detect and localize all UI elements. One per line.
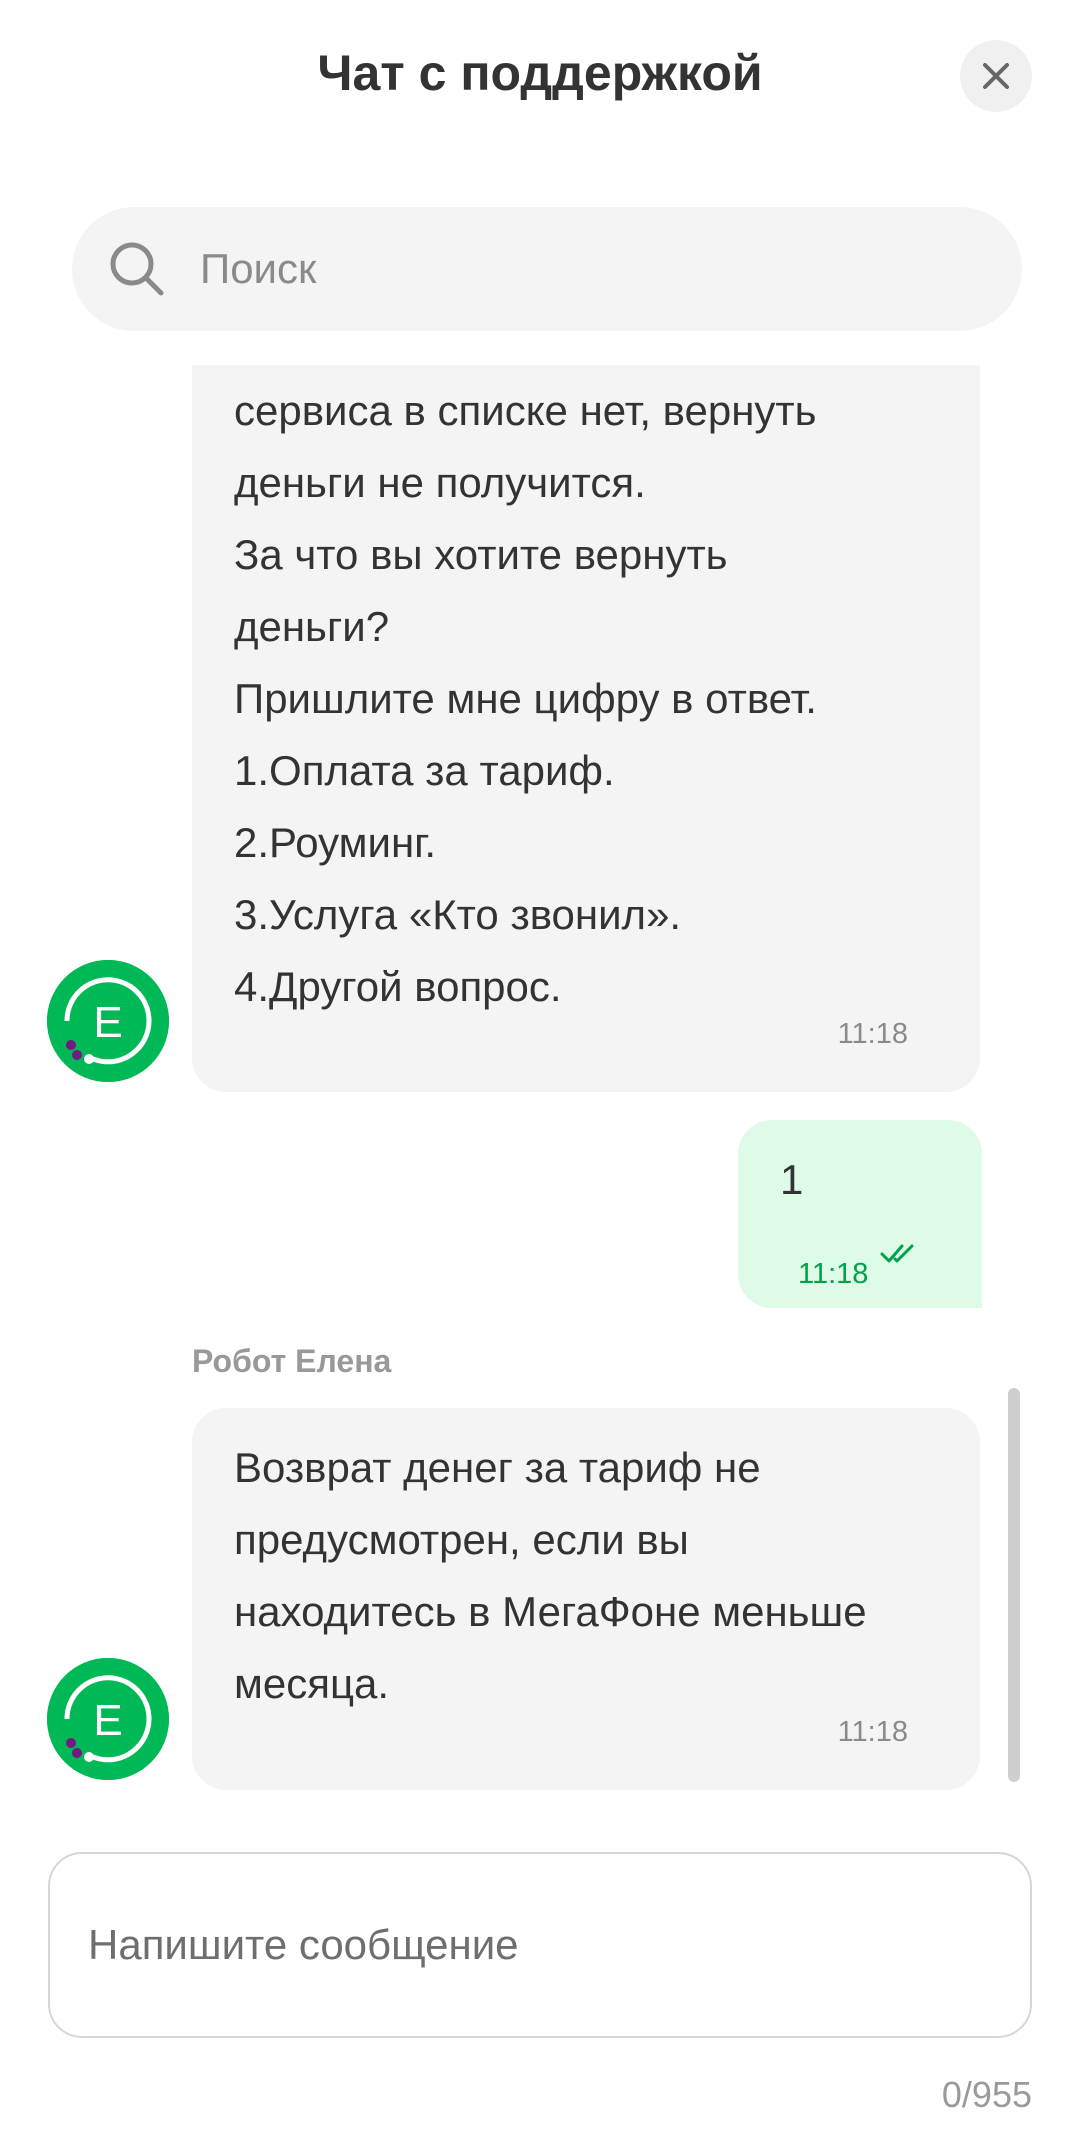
message-line: 3.Услуга «Кто звонил». (234, 891, 682, 938)
search-bar[interactable] (72, 207, 1022, 331)
avatar: E (47, 1658, 169, 1780)
bot-message: сервиса в списке нет, вернуть деньги не … (192, 365, 980, 1092)
message-time: 11:18 (837, 1018, 908, 1050)
message-line: месяца. (234, 1660, 390, 1707)
double-check-icon (880, 1244, 914, 1263)
page-title: Чат с поддержкой (317, 45, 763, 101)
user-message: 1 11:18 (738, 1120, 982, 1308)
search-icon (110, 242, 164, 296)
message-time: 11:18 (798, 1258, 869, 1290)
scrollbar[interactable] (1008, 1388, 1020, 1782)
bot-avatar-icon: E (47, 1658, 169, 1780)
search-input[interactable] (200, 207, 1022, 331)
message-field[interactable] (48, 1852, 1032, 2038)
avatar: E (47, 960, 169, 1082)
avatar-letter: E (93, 998, 122, 1047)
message-text: 1 (780, 1156, 804, 1203)
message-input[interactable] (88, 1921, 1030, 1969)
message-line: За что вы хотите вернуть (234, 531, 728, 578)
char-counter: 0/955 (941, 2074, 1032, 2115)
close-icon (983, 63, 1009, 89)
message-line: 4.Другой вопрос. (234, 963, 562, 1010)
bot-message: Возврат денег за тариф не предусмотрен, … (192, 1408, 980, 1790)
avatar-letter: E (93, 1696, 122, 1745)
chat-screen: Чат с поддержкой сервиса в списке нет, в… (0, 0, 1080, 2133)
message-line: находитесь в МегаФоне меньше (234, 1588, 867, 1635)
message-line: Возврат денег за тариф не (234, 1444, 761, 1491)
message-line: деньги? (234, 603, 390, 650)
message-time: 11:18 (837, 1716, 908, 1748)
message-line: Пришлите мне цифру в ответ. (234, 675, 817, 722)
close-button[interactable] (960, 40, 1032, 112)
message-line: 2.Роуминг. (234, 819, 437, 866)
message-line: предусмотрен, если вы (234, 1516, 689, 1563)
bot-avatar-icon: E (47, 960, 169, 1082)
message-line: сервиса в списке нет, вернуть (234, 387, 817, 434)
message-line: 1.Оплата за тариф. (234, 747, 615, 794)
message-line: деньги не получится. (234, 459, 646, 506)
sender-name: Робот Елена (192, 1343, 392, 1379)
